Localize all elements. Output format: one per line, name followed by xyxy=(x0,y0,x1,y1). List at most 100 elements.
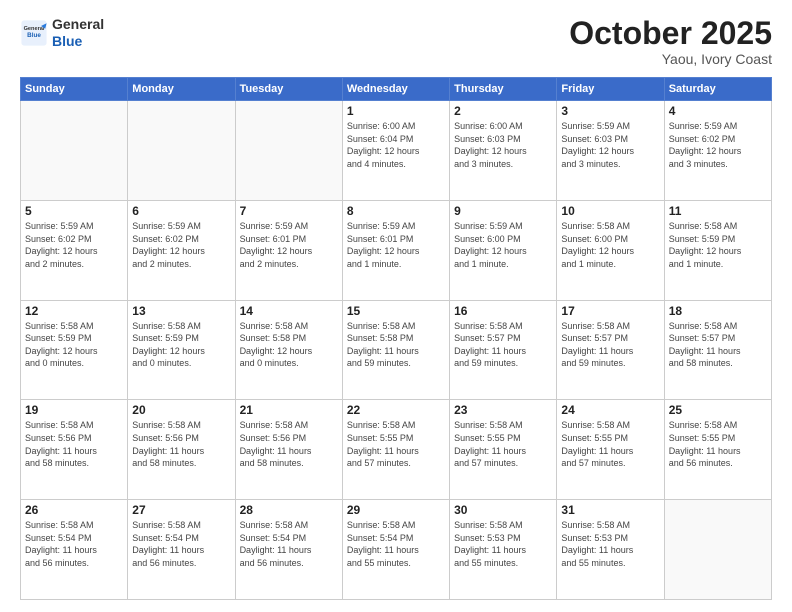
calendar-cell xyxy=(128,101,235,201)
day-number: 9 xyxy=(454,204,552,218)
calendar-cell: 30 Sunrise: 5:58 AM Sunset: 5:53 PM Dayli… xyxy=(450,500,557,600)
day-info: Sunrise: 6:00 AM Sunset: 6:04 PM Dayligh… xyxy=(347,120,445,170)
day-info: Sunrise: 5:58 AM Sunset: 5:55 PM Dayligh… xyxy=(561,419,659,469)
day-info: Sunrise: 6:00 AM Sunset: 6:03 PM Dayligh… xyxy=(454,120,552,170)
calendar-cell: 26 Sunrise: 5:58 AM Sunset: 5:54 PM Dayli… xyxy=(21,500,128,600)
day-info: Sunrise: 5:58 AM Sunset: 5:59 PM Dayligh… xyxy=(132,320,230,370)
month-title: October 2025 xyxy=(569,16,772,51)
day-number: 10 xyxy=(561,204,659,218)
calendar-cell: 5Sunrise: 5:59 AM Sunset: 6:02 PM Daylig… xyxy=(21,200,128,300)
day-info: Sunrise: 5:58 AM Sunset: 5:54 PM Dayligh… xyxy=(347,519,445,569)
day-info: Sunrise: 5:58 AM Sunset: 5:53 PM Dayligh… xyxy=(561,519,659,569)
calendar-cell: 25 Sunrise: 5:58 AM Sunset: 5:55 PM Dayli… xyxy=(664,400,771,500)
day-number: 17 xyxy=(561,304,659,318)
calendar-cell: 20 Sunrise: 5:58 AM Sunset: 5:56 PM Dayli… xyxy=(128,400,235,500)
calendar-cell xyxy=(664,500,771,600)
day-number: 27 xyxy=(132,503,230,517)
calendar-header-wednesday: Wednesday xyxy=(342,78,449,101)
day-info: Sunrise: 5:58 AM Sunset: 5:54 PM Dayligh… xyxy=(25,519,123,569)
day-number: 18 xyxy=(669,304,767,318)
day-number: 7 xyxy=(240,204,338,218)
day-info: Sunrise: 5:59 AM Sunset: 6:03 PM Dayligh… xyxy=(561,120,659,170)
day-info: Sunrise: 5:58 AM Sunset: 6:00 PM Dayligh… xyxy=(561,220,659,270)
svg-text:General: General xyxy=(24,26,45,32)
day-info: Sunrise: 5:59 AM Sunset: 6:00 PM Dayligh… xyxy=(454,220,552,270)
day-number: 26 xyxy=(25,503,123,517)
day-info: Sunrise: 5:58 AM Sunset: 5:54 PM Dayligh… xyxy=(240,519,338,569)
day-info: Sunrise: 5:58 AM Sunset: 5:57 PM Dayligh… xyxy=(561,320,659,370)
calendar-week-1: 5 Sunrise: 5:59 AM Sunset: 6:02 PM Daylig… xyxy=(21,200,772,300)
day-number: 23 xyxy=(454,403,552,417)
day-number: 6 xyxy=(132,204,230,218)
day-number: 14 xyxy=(240,304,338,318)
calendar-cell: 3Sunrise: 5:59 AM Sunset: 6:03 PM Daylig… xyxy=(557,101,664,201)
day-number: 1 xyxy=(347,104,445,118)
day-number: 24 xyxy=(561,403,659,417)
day-info: Sunrise: 5:58 AM Sunset: 5:56 PM Dayligh… xyxy=(240,419,338,469)
calendar-cell: 15Sunrise: 5:58 AM Sunset: 5:58 PM Dayli… xyxy=(342,300,449,400)
day-info: Sunrise: 5:59 AM Sunset: 6:02 PM Dayligh… xyxy=(132,220,230,270)
calendar-cell: 11Sunrise: 5:58 AM Sunset: 5:59 PM Dayli… xyxy=(664,200,771,300)
calendar-cell: 12Sunrise: 5:58 AM Sunset: 5:59 PM Dayli… xyxy=(21,300,128,400)
calendar-week-3: 19 Sunrise: 5:58 AM Sunset: 5:56 PM Dayli… xyxy=(21,400,772,500)
calendar-cell: 24 Sunrise: 5:58 AM Sunset: 5:55 PM Dayli… xyxy=(557,400,664,500)
day-info: Sunrise: 5:58 AM Sunset: 5:53 PM Dayligh… xyxy=(454,519,552,569)
logo-icon: General Blue xyxy=(20,19,48,47)
title-block: October 2025 Yaou, Ivory Coast xyxy=(569,16,772,67)
day-number: 19 xyxy=(25,403,123,417)
calendar-cell: 23Sunrise: 5:58 AM Sunset: 5:55 PM Dayli… xyxy=(450,400,557,500)
logo: General Blue General Blue xyxy=(20,16,104,50)
calendar-week-2: 12Sunrise: 5:58 AM Sunset: 5:59 PM Dayli… xyxy=(21,300,772,400)
day-info: Sunrise: 5:58 AM Sunset: 5:56 PM Dayligh… xyxy=(25,419,123,469)
day-info: Sunrise: 5:58 AM Sunset: 5:58 PM Dayligh… xyxy=(347,320,445,370)
calendar-cell: 1 Sunrise: 6:00 AM Sunset: 6:04 PM Daylig… xyxy=(342,101,449,201)
calendar-week-0: 1 Sunrise: 6:00 AM Sunset: 6:04 PM Daylig… xyxy=(21,101,772,201)
day-info: Sunrise: 5:58 AM Sunset: 5:57 PM Dayligh… xyxy=(454,320,552,370)
calendar-cell: 31 Sunrise: 5:58 AM Sunset: 5:53 PM Dayli… xyxy=(557,500,664,600)
calendar-cell: 4 Sunrise: 5:59 AM Sunset: 6:02 PM Daylig… xyxy=(664,101,771,201)
calendar-cell: 17 Sunrise: 5:58 AM Sunset: 5:57 PM Dayli… xyxy=(557,300,664,400)
calendar-cell: 2Sunrise: 6:00 AM Sunset: 6:03 PM Daylig… xyxy=(450,101,557,201)
day-number: 20 xyxy=(132,403,230,417)
calendar-cell: 29 Sunrise: 5:58 AM Sunset: 5:54 PM Dayli… xyxy=(342,500,449,600)
day-number: 30 xyxy=(454,503,552,517)
calendar-cell: 7 Sunrise: 5:59 AM Sunset: 6:01 PM Daylig… xyxy=(235,200,342,300)
calendar-header-friday: Friday xyxy=(557,78,664,101)
day-info: Sunrise: 5:59 AM Sunset: 6:02 PM Dayligh… xyxy=(669,120,767,170)
day-info: Sunrise: 5:59 AM Sunset: 6:01 PM Dayligh… xyxy=(347,220,445,270)
day-number: 21 xyxy=(240,403,338,417)
day-info: Sunrise: 5:58 AM Sunset: 5:55 PM Dayligh… xyxy=(347,419,445,469)
day-info: Sunrise: 5:58 AM Sunset: 5:54 PM Dayligh… xyxy=(132,519,230,569)
day-info: Sunrise: 5:58 AM Sunset: 5:55 PM Dayligh… xyxy=(669,419,767,469)
day-number: 29 xyxy=(347,503,445,517)
day-number: 16 xyxy=(454,304,552,318)
day-info: Sunrise: 5:58 AM Sunset: 5:56 PM Dayligh… xyxy=(132,419,230,469)
calendar-cell: 16 Sunrise: 5:58 AM Sunset: 5:57 PM Dayli… xyxy=(450,300,557,400)
calendar-cell: 6 Sunrise: 5:59 AM Sunset: 6:02 PM Daylig… xyxy=(128,200,235,300)
calendar-cell xyxy=(21,101,128,201)
day-info: Sunrise: 5:59 AM Sunset: 6:01 PM Dayligh… xyxy=(240,220,338,270)
calendar-cell: 22Sunrise: 5:58 AM Sunset: 5:55 PM Dayli… xyxy=(342,400,449,500)
day-number: 13 xyxy=(132,304,230,318)
calendar-cell: 27 Sunrise: 5:58 AM Sunset: 5:54 PM Dayli… xyxy=(128,500,235,600)
calendar-header-tuesday: Tuesday xyxy=(235,78,342,101)
location: Yaou, Ivory Coast xyxy=(569,51,772,67)
logo-text: General Blue xyxy=(52,16,104,50)
day-number: 5 xyxy=(25,204,123,218)
day-number: 4 xyxy=(669,104,767,118)
calendar-header-sunday: Sunday xyxy=(21,78,128,101)
page: General Blue General Blue October 2025 Y… xyxy=(0,0,792,612)
day-number: 8 xyxy=(347,204,445,218)
calendar-table: SundayMondayTuesdayWednesdayThursdayFrid… xyxy=(20,77,772,600)
day-number: 31 xyxy=(561,503,659,517)
day-number: 25 xyxy=(669,403,767,417)
calendar-cell: 18 Sunrise: 5:58 AM Sunset: 5:57 PM Dayli… xyxy=(664,300,771,400)
calendar-cell: 9 Sunrise: 5:59 AM Sunset: 6:00 PM Daylig… xyxy=(450,200,557,300)
calendar-header-saturday: Saturday xyxy=(664,78,771,101)
day-number: 28 xyxy=(240,503,338,517)
day-info: Sunrise: 5:58 AM Sunset: 5:57 PM Dayligh… xyxy=(669,320,767,370)
svg-text:Blue: Blue xyxy=(27,32,41,39)
day-info: Sunrise: 5:58 AM Sunset: 5:59 PM Dayligh… xyxy=(669,220,767,270)
header: General Blue General Blue October 2025 Y… xyxy=(20,16,772,67)
calendar-header-thursday: Thursday xyxy=(450,78,557,101)
